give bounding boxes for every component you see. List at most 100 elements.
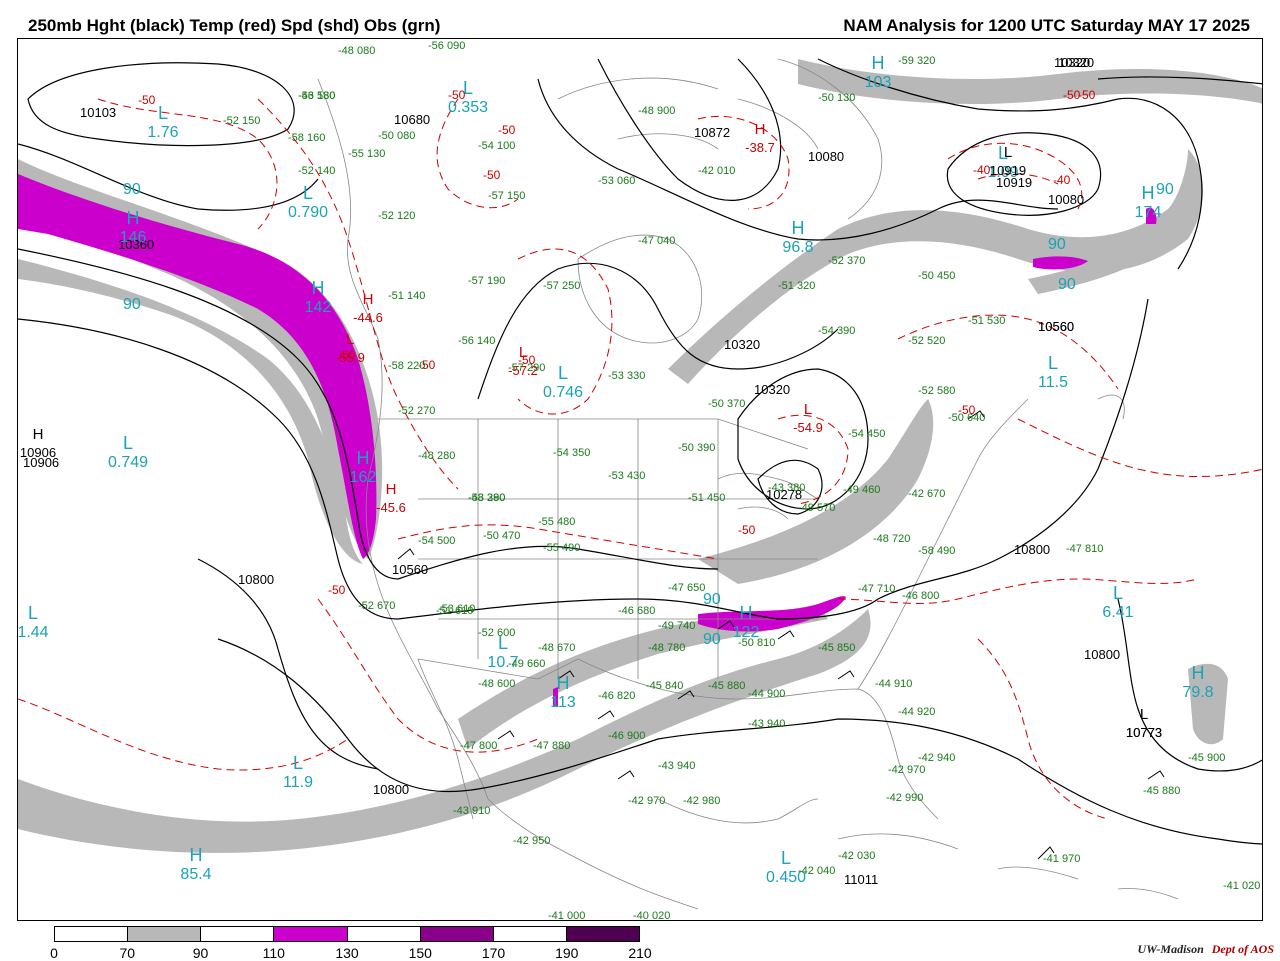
station-obs: -46 900 bbox=[608, 730, 645, 742]
station-obs: -54 500 bbox=[418, 535, 455, 547]
extremum-value: 113 bbox=[550, 694, 576, 711]
credit-org: UW-Madison bbox=[1137, 942, 1204, 956]
height-label: 10320 bbox=[754, 382, 790, 397]
station-obs: -53 060 bbox=[598, 175, 635, 187]
speed-contour-label: 90 bbox=[703, 591, 721, 608]
station-obs: -47 800 bbox=[460, 740, 497, 752]
station-obs: -50 640 bbox=[948, 412, 985, 424]
extremum-value: 10919 bbox=[990, 163, 1026, 178]
extremum-value: 0.790 bbox=[288, 204, 328, 221]
station-obs: -48 600 bbox=[478, 678, 515, 690]
wind-barb bbox=[497, 730, 515, 740]
height-label: 10080 bbox=[808, 149, 844, 164]
station-obs: -50 450 bbox=[918, 270, 955, 282]
station-obs: -52 580 bbox=[918, 385, 955, 397]
station-obs: -43 940 bbox=[748, 718, 785, 730]
station-obs: -44 920 bbox=[898, 706, 935, 718]
height-label: 10800 bbox=[238, 572, 274, 587]
station-obs: -57 150 bbox=[488, 190, 525, 202]
station-obs: -50 390 bbox=[678, 442, 715, 454]
extremum-value: -44.6 bbox=[353, 310, 383, 325]
station-obs: -51 450 bbox=[688, 492, 725, 504]
wind-barb bbox=[1147, 770, 1165, 780]
height-label: 10680 bbox=[394, 112, 430, 127]
station-obs: -54 350 bbox=[553, 447, 590, 459]
chart-title-right: NAM Analysis for 1200 UTC Saturday MAY 1… bbox=[843, 16, 1250, 35]
legend-segment bbox=[128, 927, 202, 941]
station-obs: -45 880 bbox=[708, 680, 745, 692]
extremum-value: 142 bbox=[305, 299, 332, 316]
station-obs: -54 390 bbox=[818, 325, 855, 337]
height-label: 10320 bbox=[724, 337, 760, 352]
map-canvas: 1010310320103601068010872100801091910080… bbox=[18, 40, 1262, 920]
credit-line: UW-Madison Dept of AOS bbox=[1138, 942, 1274, 957]
yucatan bbox=[657, 798, 819, 824]
station-obs: -48 900 bbox=[638, 105, 675, 117]
wind-barb bbox=[837, 670, 855, 680]
temp-contour-label: -50 bbox=[328, 583, 346, 597]
wind-speed-shading-110 bbox=[18, 174, 1157, 707]
extremum-letter: H bbox=[363, 291, 374, 308]
station-obs: -46 800 bbox=[902, 590, 939, 602]
extremum-letter: H bbox=[792, 218, 805, 238]
legend-segment bbox=[566, 927, 639, 941]
temperature-contour bbox=[317, 598, 539, 753]
legend-tick-label: 70 bbox=[119, 945, 136, 961]
wind-speed-legend-bar bbox=[54, 926, 640, 942]
temp-contour-label: -50 bbox=[338, 348, 356, 362]
height-label: 10800 bbox=[1014, 542, 1050, 557]
station-obs: -42 030 bbox=[838, 850, 875, 862]
height-contour bbox=[197, 558, 379, 770]
station-obs: -49 460 bbox=[843, 484, 880, 496]
extremum-letter: L bbox=[123, 433, 133, 453]
station-obs: -47 710 bbox=[858, 583, 895, 595]
extremum-letter: H bbox=[386, 481, 397, 498]
station-obs: -47 810 bbox=[1066, 543, 1103, 555]
station-obs: -44 910 bbox=[875, 678, 912, 690]
caribbean bbox=[997, 866, 1179, 900]
height-label: 10560 bbox=[392, 562, 428, 577]
extremum-value: 79.8 bbox=[1182, 684, 1213, 701]
temp-contour-label: -50 bbox=[1078, 88, 1096, 102]
station-obs: -53 330 bbox=[608, 370, 645, 382]
station-obs: -53 430 bbox=[608, 470, 645, 482]
station-obs: -43 280 bbox=[468, 492, 505, 504]
speed-contour-label: 90 bbox=[703, 631, 721, 648]
station-obs: -49 660 bbox=[508, 658, 545, 670]
legend-tick-label: 170 bbox=[481, 945, 506, 961]
extremum-value: 1.44 bbox=[18, 624, 49, 641]
station-obs: -46 820 bbox=[598, 690, 635, 702]
station-obs: -48 670 bbox=[538, 642, 575, 654]
station-obs: -44 900 bbox=[748, 688, 785, 700]
station-obs: -42 010 bbox=[698, 165, 735, 177]
extremum-value: 6.41 bbox=[1102, 604, 1133, 621]
station-obs: -59 320 bbox=[898, 55, 935, 67]
height-label: 10872 bbox=[694, 125, 730, 140]
station-obs: -43 530 bbox=[298, 90, 335, 102]
extremum-letter: H bbox=[33, 426, 44, 443]
extremum-letter: H bbox=[557, 673, 570, 693]
legend-tick-label: 150 bbox=[408, 945, 432, 961]
station-obs: -43 910 bbox=[453, 805, 490, 817]
extremum-letter: L bbox=[1113, 583, 1123, 603]
height-label: 11011 bbox=[844, 872, 878, 887]
extremum-letter: L bbox=[558, 363, 568, 383]
speed-contour-label: 90 bbox=[123, 181, 141, 198]
legend-segment bbox=[274, 927, 348, 941]
station-obs: -49 740 bbox=[658, 620, 695, 632]
station-obs: -48 080 bbox=[338, 45, 375, 57]
cuba bbox=[837, 833, 959, 850]
station-obs: -50 370 bbox=[708, 398, 745, 410]
extremum-value: 162 bbox=[350, 469, 377, 486]
legend-tick-label: 130 bbox=[335, 945, 359, 961]
station-obs: -50 080 bbox=[378, 130, 415, 142]
extremum-letter: H bbox=[1192, 663, 1205, 683]
station-obs: -52 370 bbox=[828, 255, 865, 267]
station-obs: -52 600 bbox=[478, 627, 515, 639]
legend-tick-label: 0 bbox=[50, 945, 58, 961]
station-obs: -48 780 bbox=[648, 642, 685, 654]
speed-contour-label: 90 bbox=[1156, 181, 1174, 198]
extremum-letter: L bbox=[158, 103, 168, 123]
temperature-contour bbox=[977, 638, 1109, 820]
station-obs: -42 970 bbox=[888, 764, 925, 776]
